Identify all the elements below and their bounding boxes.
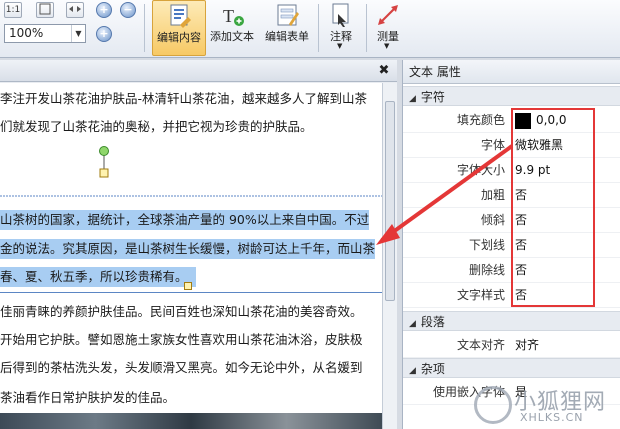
watermark: 小狐狸网 XHLKS.CN (470, 384, 618, 428)
collapse-triangle-icon[interactable]: ◢ (409, 361, 416, 381)
annotation-highlight-box (511, 108, 595, 307)
prop-key: 文字样式 (456, 288, 505, 302)
zoom-add-button[interactable]: + (96, 26, 112, 42)
zoom-out-icon: − (123, 3, 133, 16)
prop-key: 下划线 (468, 238, 505, 252)
plus-icon: + (99, 27, 109, 40)
text-line-selected[interactable]: 山茶树的国家，据统计，全球茶油产量的 90%以上来自中国。不过 (0, 210, 370, 230)
edit-form-icon (277, 4, 299, 26)
zoom-in-icon: + (99, 3, 109, 16)
section-misc[interactable]: ◢ 杂项 (403, 358, 620, 378)
toolbar: 1:1 + − 100% ▼ + 编辑内容 T 添加文本 编辑表单 注释 ▼ 测… (0, 0, 620, 58)
prop-key: 倾斜 (480, 213, 505, 227)
text-line[interactable]: 李注开发山茶花油护肤品-林清轩山茶花油，越来越多人了解到山茶 (0, 89, 367, 109)
section-character-label: 字符 (420, 90, 445, 104)
resize-handle-bottom[interactable] (184, 282, 192, 290)
prop-key: 填充颜色 (456, 113, 505, 127)
document-page[interactable]: 李注开发山茶花油护肤品-林清轩山茶花油，越来越多人了解到山茶 们就发现了山茶花油… (0, 83, 382, 429)
image-strip (0, 413, 382, 429)
toolbar-separator (318, 4, 319, 52)
edit-form-label: 编辑表单 (265, 30, 309, 43)
edit-content-label: 编辑内容 (157, 31, 201, 44)
chevron-down-icon[interactable]: ▼ (71, 25, 85, 42)
svg-text:T: T (223, 6, 234, 26)
toolbar-separator (366, 4, 367, 52)
text-line-selected[interactable]: 金的说法。究其原因，是山茶树生长缓慢，树龄可达上千年，而山茶 (0, 239, 376, 259)
fit-page-button[interactable] (36, 2, 54, 18)
document-panel: ✖ 李注开发山茶花油护肤品-林清轩山茶花油，越来越多人了解到山茶 们就发现了山茶… (0, 60, 397, 429)
comment-button[interactable]: 注释 ▼ (322, 0, 360, 56)
chevron-down-icon: ▼ (384, 42, 390, 50)
prop-key: 字体大小 (456, 163, 505, 177)
prop-key: 字体 (480, 138, 505, 152)
prop-key: 文本对齐 (456, 338, 505, 352)
fox-logo-icon (474, 386, 512, 424)
toolbar-separator (144, 4, 145, 52)
fit-width-button[interactable] (66, 2, 84, 18)
resize-handle-top (99, 168, 109, 178)
collapse-triangle-icon[interactable]: ◢ (409, 89, 416, 109)
zoom-value: 100% (9, 26, 44, 40)
edit-content-button[interactable]: 编辑内容 (152, 0, 206, 56)
add-text-label: 添加文本 (210, 30, 254, 43)
properties-panel: 文本 属性 ◢ 字符 填充颜色 0,0,0 字体 微软雅黑 字体大小 9.9 pt… (402, 60, 620, 429)
add-text-icon: T (223, 6, 244, 26)
section-paragraph-label: 段落 (420, 315, 445, 329)
watermark-en: XHLKS.CN (520, 411, 584, 424)
measure-button[interactable]: 测量 ▼ (370, 0, 406, 56)
edit-content-icon (170, 4, 191, 28)
fit-width-icon (69, 6, 81, 12)
edit-form-button[interactable]: 编辑表单 (260, 0, 314, 56)
text-line[interactable]: 开始用它护肤。譬如恩施土家族女性喜欢用山茶花油沐浴，皮肤极 (0, 330, 363, 350)
rotate-handle (99, 146, 109, 156)
chevron-down-icon: ▼ (337, 42, 343, 50)
actual-size-label: 1:1 (5, 5, 21, 15)
vertical-scrollbar[interactable] (382, 83, 397, 429)
measure-icon (378, 5, 398, 25)
textbox-frame[interactable] (0, 143, 382, 201)
section-character[interactable]: ◢ 字符 (403, 86, 620, 106)
fit-page-icon (39, 3, 51, 15)
section-paragraph[interactable]: ◢ 段落 (403, 311, 620, 331)
zoom-in-button[interactable]: + (96, 2, 112, 18)
section-misc-label: 杂项 (420, 362, 445, 376)
text-line[interactable]: 后得到的茶枯洗头发，头发顺滑又黑亮。如今无论中外，从名媛到 (0, 358, 363, 378)
collapse-triangle-icon[interactable]: ◢ (409, 314, 416, 334)
scrollbar-thumb[interactable] (385, 101, 395, 301)
close-icon[interactable]: ✖ (377, 64, 391, 78)
prop-key: 加粗 (480, 188, 505, 202)
zoom-out-button[interactable]: − (120, 2, 136, 18)
actual-size-button[interactable]: 1:1 (4, 2, 22, 18)
zoom-select[interactable]: 100% ▼ (4, 24, 86, 43)
prop-key: 删除线 (468, 263, 505, 277)
comment-icon (332, 3, 349, 27)
text-line-selected[interactable]: 春、夏、秋五季，所以珍贵稀有。 (0, 267, 196, 287)
prop-text-align[interactable]: 文本对齐 对齐 (403, 333, 620, 358)
textbox-border-bottom (0, 292, 382, 293)
prop-value[interactable]: 对齐 (515, 333, 539, 358)
document-panel-header: ✖ (0, 60, 397, 82)
properties-title: 文本 属性 (403, 60, 620, 84)
text-line[interactable]: 们就发现了山茶花油的奥秘，并把它视为珍贵的护肤品。 (0, 117, 313, 137)
text-line[interactable]: 佳丽青睐的养颜护肤佳品。民间百姓也深知山茶花油的美容奇效。 (0, 302, 363, 322)
add-text-button[interactable]: T 添加文本 (206, 0, 258, 56)
text-line[interactable]: 茶油看作日常护肤护发的佳品。 (0, 388, 175, 408)
